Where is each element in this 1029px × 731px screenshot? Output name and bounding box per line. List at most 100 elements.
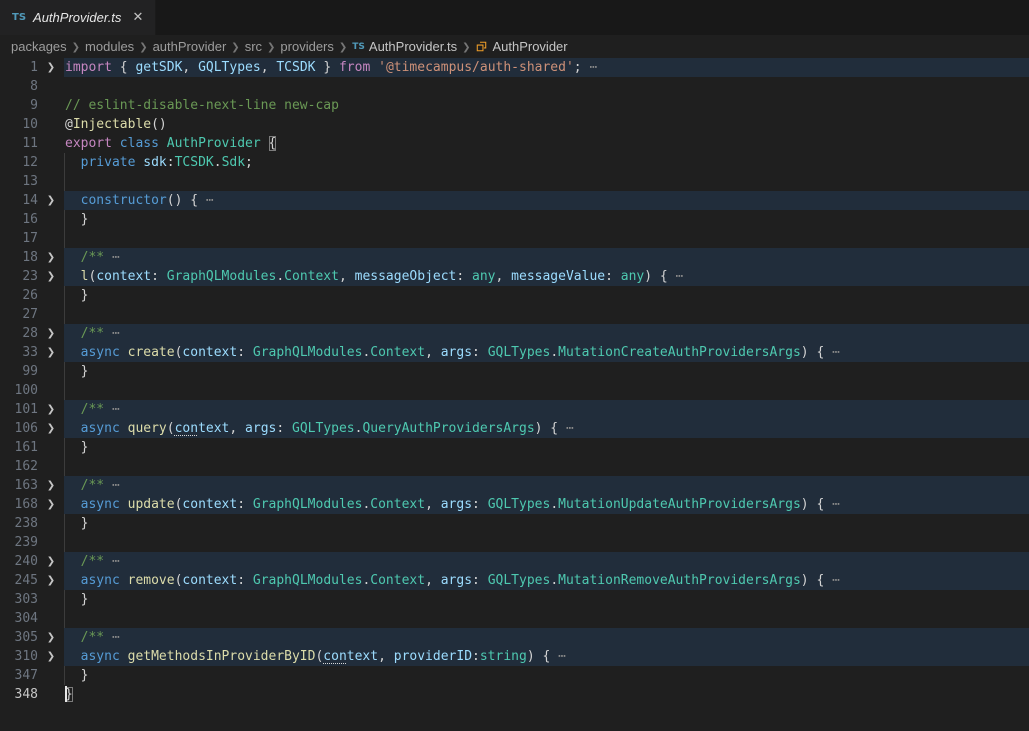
code-line[interactable]: 162 — [0, 457, 1029, 476]
code-line[interactable]: 12 private sdk:TCSDK.Sdk; — [0, 153, 1029, 172]
code-line[interactable]: 304 — [0, 609, 1029, 628]
fold-spacer — [38, 590, 64, 609]
token: context — [182, 497, 237, 512]
line-number: 9 — [0, 96, 38, 115]
token: ⋯ — [676, 269, 684, 284]
gutter: 11 — [0, 134, 64, 153]
breadcrumb-item-modules[interactable]: modules — [85, 39, 134, 54]
code-line[interactable]: 163❯ /** ⋯ — [0, 476, 1029, 495]
code-text: } — [64, 590, 1029, 609]
code-line[interactable]: 8 — [0, 77, 1029, 96]
gutter: 162 — [0, 457, 64, 476]
fold-spacer — [38, 77, 64, 96]
code-line[interactable]: 168❯ async update(context: GraphQLModule… — [0, 495, 1029, 514]
code-line[interactable]: 17 — [0, 229, 1029, 248]
code-line[interactable]: 13 — [0, 172, 1029, 191]
token: args — [245, 421, 276, 436]
gutter: 23❯ — [0, 267, 64, 286]
fold-chevron-icon[interactable]: ❯ — [38, 419, 64, 438]
code-line[interactable]: 23❯ l(context: GraphQLModules.Context, m… — [0, 267, 1029, 286]
token: } — [65, 516, 88, 531]
code-editor[interactable]: 1❯import { getSDK, GQLTypes, TCSDK } fro… — [0, 58, 1029, 731]
token: Context — [370, 345, 425, 360]
token: MutationUpdateAuthProvidersArgs — [558, 497, 801, 512]
code-line[interactable]: 347 } — [0, 666, 1029, 685]
line-number: 18 — [0, 248, 38, 267]
code-line[interactable]: 240❯ /** ⋯ — [0, 552, 1029, 571]
fold-chevron-icon[interactable]: ❯ — [38, 552, 64, 571]
token: ⋯ — [558, 649, 566, 664]
breadcrumb-label: authProvider — [153, 39, 227, 54]
line-number: 240 — [0, 552, 38, 571]
token — [65, 649, 81, 664]
code-text: /** ⋯ — [64, 552, 1029, 571]
token: } — [316, 60, 339, 75]
token: con — [175, 421, 198, 436]
line-number: 12 — [0, 153, 38, 172]
code-line[interactable]: 10@Injectable() — [0, 115, 1029, 134]
fold-chevron-icon[interactable]: ❯ — [38, 571, 64, 590]
breadcrumb-label: AuthProvider.ts — [369, 39, 457, 54]
code-text — [64, 172, 1029, 191]
code-line[interactable]: 16 } — [0, 210, 1029, 229]
code-line[interactable]: 245❯ async remove(context: GraphQLModule… — [0, 571, 1029, 590]
code-line[interactable]: 305❯ /** ⋯ — [0, 628, 1029, 647]
breadcrumb-item-src[interactable]: src — [245, 39, 262, 54]
line-number: 10 — [0, 115, 38, 134]
fold-chevron-icon[interactable]: ❯ — [38, 476, 64, 495]
token: ) { — [527, 649, 558, 664]
code-text: } — [64, 210, 1029, 229]
token: TCSDK — [175, 155, 214, 170]
fold-chevron-icon[interactable]: ❯ — [38, 647, 64, 666]
token: . — [550, 497, 558, 512]
breadcrumb-item-authprovider[interactable]: AuthProvider — [475, 39, 567, 54]
code-line[interactable]: 33❯ async create(context: GraphQLModules… — [0, 343, 1029, 362]
fold-chevron-icon[interactable]: ❯ — [38, 343, 64, 362]
code-line[interactable]: 27 — [0, 305, 1029, 324]
tab-authprovider[interactable]: TS AuthProvider.ts ✕ — [0, 0, 156, 35]
code-text: // eslint-disable-next-line new-cap — [64, 96, 1029, 115]
code-line[interactable]: 101❯ /** ⋯ — [0, 400, 1029, 419]
token: : — [276, 421, 292, 436]
code-line[interactable]: 239 — [0, 533, 1029, 552]
code-line[interactable]: 238 } — [0, 514, 1029, 533]
token: messageValue — [511, 269, 605, 284]
code-line[interactable]: 161 } — [0, 438, 1029, 457]
fold-chevron-icon[interactable]: ❯ — [38, 267, 64, 286]
fold-chevron-icon[interactable]: ❯ — [38, 248, 64, 267]
code-line[interactable]: 310❯ async getMethodsInProviderByID(cont… — [0, 647, 1029, 666]
breadcrumb-item-authprovider-ts[interactable]: TSAuthProvider.ts — [352, 39, 457, 54]
close-icon[interactable]: ✕ — [132, 10, 143, 25]
token — [65, 155, 81, 170]
code-line[interactable]: 303 } — [0, 590, 1029, 609]
token — [65, 421, 81, 436]
code-line[interactable]: 106❯ async query(context, args: GQLTypes… — [0, 419, 1029, 438]
code-line[interactable]: 1❯import { getSDK, GQLTypes, TCSDK } fro… — [0, 58, 1029, 77]
code-line[interactable]: 28❯ /** ⋯ — [0, 324, 1029, 343]
fold-chevron-icon[interactable]: ❯ — [38, 400, 64, 419]
breadcrumb-item-providers[interactable]: providers — [280, 39, 333, 54]
code-line[interactable]: 99 } — [0, 362, 1029, 381]
token: : — [237, 573, 253, 588]
token: : — [151, 269, 167, 284]
code-line[interactable]: 348} — [0, 685, 1029, 704]
token — [65, 497, 81, 512]
breadcrumb-item-packages[interactable]: packages — [11, 39, 67, 54]
fold-chevron-icon[interactable]: ❯ — [38, 495, 64, 514]
code-line[interactable]: 14❯ constructor() { ⋯ — [0, 191, 1029, 210]
breadcrumb-item-authprovider[interactable]: authProvider — [153, 39, 227, 54]
fold-chevron-icon[interactable]: ❯ — [38, 58, 64, 77]
token: : — [472, 345, 488, 360]
fold-chevron-icon[interactable]: ❯ — [38, 324, 64, 343]
fold-chevron-icon[interactable]: ❯ — [38, 628, 64, 647]
code-line[interactable]: 100 — [0, 381, 1029, 400]
fold-chevron-icon[interactable]: ❯ — [38, 191, 64, 210]
token: remove — [128, 573, 175, 588]
line-number: 27 — [0, 305, 38, 324]
gutter: 14❯ — [0, 191, 64, 210]
code-line[interactable]: 9 // eslint-disable-next-line new-cap — [0, 96, 1029, 115]
code-line[interactable]: 18❯ /** ⋯ — [0, 248, 1029, 267]
token: ⋯ — [112, 554, 120, 569]
code-line[interactable]: 26 } — [0, 286, 1029, 305]
code-line[interactable]: 11export class AuthProvider { — [0, 134, 1029, 153]
